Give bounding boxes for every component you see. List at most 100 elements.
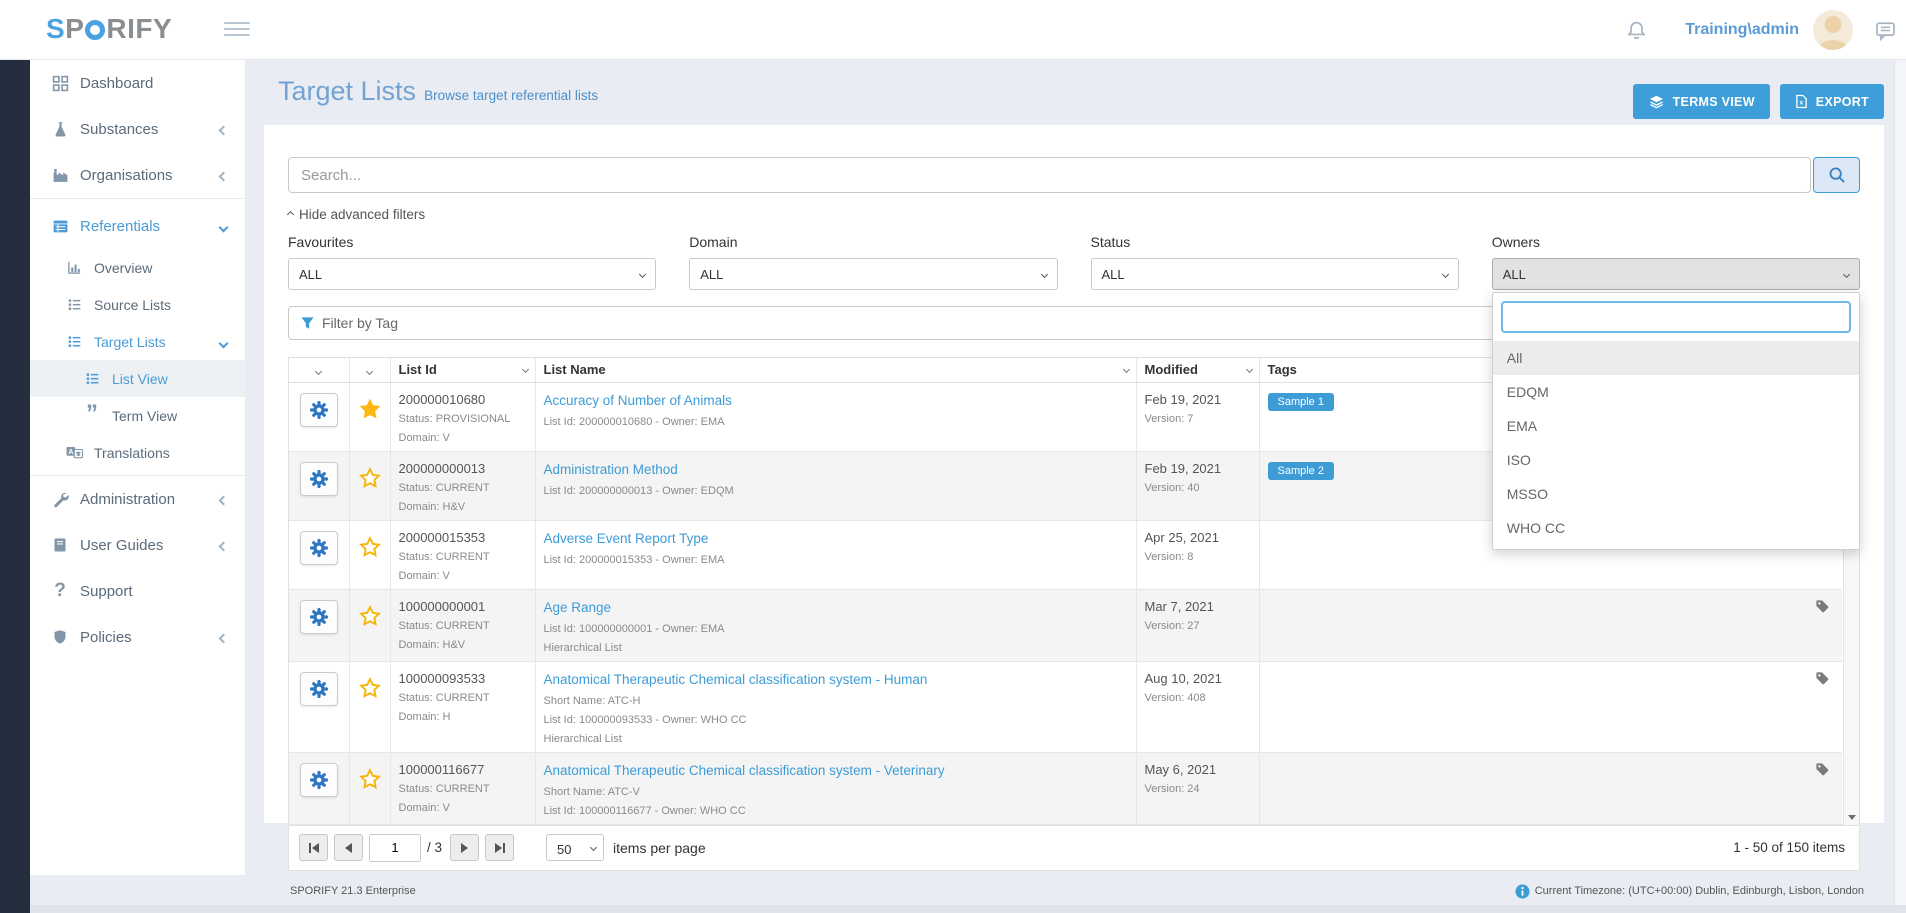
logo-o-ring [85,20,105,40]
hide-advanced-filters-link[interactable]: Hide advanced filters [288,207,1860,222]
flask-icon [50,121,70,138]
settings-column-header[interactable] [289,358,349,382]
owners-option-iso[interactable]: ISO [1493,443,1859,477]
sidebar-item-support[interactable]: ? Support [30,568,245,614]
row-status: Status: CURRENT [399,620,527,633]
owners-select[interactable]: ALL [1492,258,1860,290]
terms-view-button[interactable]: TERMS VIEW [1633,84,1770,119]
owners-option-all[interactable]: All [1493,341,1859,375]
sidebar-item-substances[interactable]: Substances [30,106,245,152]
favourite-star-icon-outline[interactable] [359,536,381,558]
sidebar-item-translations[interactable]: Translations [30,434,245,471]
tag-badge: Sample 1 [1268,393,1334,411]
owners-option-who-cc[interactable]: WHO CC [1493,511,1859,545]
search-input[interactable] [288,157,1811,193]
list-id-column-header[interactable]: List Id [390,358,535,382]
last-page-button[interactable] [485,834,514,861]
list-name-link[interactable]: Anatomical Therapeutic Chemical classifi… [544,672,928,687]
row-settings-gear-button[interactable] [300,672,338,706]
list-name-link[interactable]: Administration Method [544,462,678,477]
page-number-input[interactable] [369,834,421,862]
sidebar-item-administration[interactable]: Administration [30,476,245,522]
domain-select[interactable]: ALL [689,258,1057,290]
owners-option-msso[interactable]: MSSO [1493,477,1859,511]
row-settings-gear-button[interactable] [300,600,338,634]
row-settings-gear-button[interactable] [300,462,338,496]
favourite-star-icon-filled[interactable] [359,398,381,420]
bar-chart-icon [64,260,84,275]
sidebar-item-target-lists[interactable]: Target Lists [30,323,245,360]
row-settings-gear-button[interactable] [300,531,338,565]
sidebar-item-user-guides[interactable]: User Guides [30,522,245,568]
sidebar-item-policies[interactable]: Policies [30,614,245,660]
tag-icon [1815,671,1830,686]
favourite-star-icon-outline[interactable] [359,677,381,699]
quote-icon: ” [82,409,102,423]
row-settings-gear-button[interactable] [300,393,338,427]
items-per-page-label: items per page [613,840,706,856]
sidebar-item-referentials[interactable]: Referentials [30,203,245,249]
owners-dropdown-search-input[interactable] [1501,301,1851,333]
list-name-column-header[interactable]: List Name [535,358,1136,382]
sidebar-item-organisations[interactable]: Organisations [30,152,245,198]
column-menu-icon[interactable] [315,368,322,375]
status-select[interactable]: ALL [1091,258,1459,290]
sidebar-item-overview[interactable]: Overview [30,249,245,286]
sidebar-item-term-view[interactable]: ” Term View [30,397,245,434]
row-domain: Domain: H&V [399,639,527,652]
list-name-link[interactable]: Accuracy of Number of Animals [544,393,732,408]
user-menu[interactable]: Training\admin [1685,21,1799,39]
modified-date: Feb 19, 2021 [1145,392,1251,407]
row-detail: List Id: 100000093533 - Owner: WHO CC [544,714,1128,727]
next-page-button[interactable] [450,834,479,861]
favourite-column-header[interactable] [349,358,390,382]
owners-option-edqm[interactable]: EDQM [1493,375,1859,409]
gear-icon [310,608,328,626]
previous-page-button[interactable] [334,834,363,861]
modified-date: Feb 19, 2021 [1145,461,1251,476]
row-version: Version: 8 [1145,551,1251,564]
export-button[interactable]: EXPORT [1780,84,1884,119]
app-version-label: SPORIFY 21.3 Enterprise [290,885,416,897]
page-size-value: 50 [557,842,571,857]
scrollbar-down-arrow[interactable] [1848,815,1856,820]
sidebar-item-list-view[interactable]: List View [30,360,245,397]
sidebar-toggle-hamburger-icon[interactable] [224,22,250,40]
search-button[interactable] [1813,157,1860,193]
favourites-filter-label: Favourites [288,234,656,250]
footer: SPORIFY 21.3 Enterprise Current Timezone… [30,877,1906,905]
column-menu-icon[interactable] [366,368,373,375]
avatar[interactable] [1813,10,1853,50]
search-icon [1828,166,1846,184]
favourites-select[interactable]: ALL [288,258,656,290]
sidebar-item-dashboard[interactable]: Dashboard [30,60,245,106]
list-name-link[interactable]: Adverse Event Report Type [544,531,709,546]
referentials-section: Referentials Overview Source Lists Targe… [30,198,245,476]
table-row: 100000116677Status: CURRENTDomain: V Ana… [289,752,1842,824]
gear-icon [310,539,328,557]
notifications-bell-icon[interactable] [1626,20,1647,41]
row-version: Version: 24 [1145,783,1251,796]
page-size-select[interactable]: 50 [546,834,604,861]
favourite-star-icon-outline[interactable] [359,467,381,489]
chat-bubble-icon[interactable] [1875,20,1896,41]
export-label: EXPORT [1816,95,1869,109]
modified-column-header[interactable]: Modified [1136,358,1259,382]
favourite-star-icon-outline[interactable] [359,768,381,790]
column-menu-icon[interactable] [1122,366,1129,373]
sidebar-item-source-lists[interactable]: Source Lists [30,286,245,323]
chevron-down-icon [1442,270,1449,277]
sidebar-item-label: Substances [80,121,158,138]
row-status: Status: CURRENT [399,783,527,796]
chevron-left-icon [220,121,227,138]
list-name-link[interactable]: Age Range [544,600,612,615]
owners-option-ema[interactable]: EMA [1493,409,1859,443]
row-settings-gear-button[interactable] [300,763,338,797]
column-menu-icon[interactable] [1245,366,1252,373]
first-page-button[interactable] [299,834,328,861]
list-name-link[interactable]: Anatomical Therapeutic Chemical classifi… [544,763,945,778]
column-menu-icon[interactable] [521,366,528,373]
row-version: Version: 408 [1145,692,1251,705]
page-scrollbar[interactable] [1894,60,1906,905]
favourite-star-icon-outline[interactable] [359,605,381,627]
